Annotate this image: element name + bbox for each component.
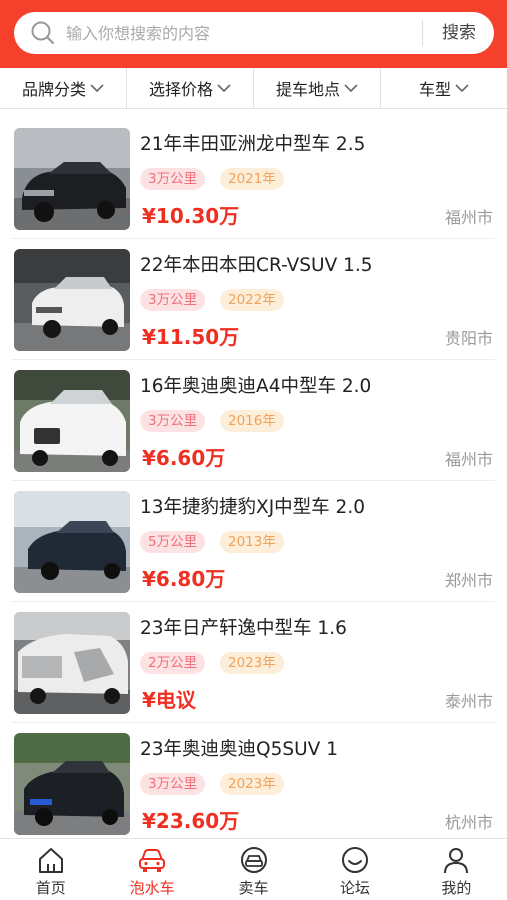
tab-flooded-cars[interactable]: 泡水车 bbox=[101, 839, 202, 900]
car-title: 22年本田本田CR-VSUV 1.5 bbox=[140, 255, 373, 276]
year-badge: 2013年 bbox=[220, 531, 284, 553]
car-city: 泰州市 bbox=[444, 692, 493, 711]
car-list-item[interactable]: 23年奥迪奥迪Q5SUV 1 3万公里 2023年 ¥23.60万 杭州市 bbox=[12, 723, 495, 844]
car-price: ¥6.80万 bbox=[142, 567, 226, 591]
car-list-item[interactable]: 23年日产轩逸中型车 1.6 2万公里 2023年 ¥电议 泰州市 bbox=[12, 602, 495, 723]
tab-home[interactable]: 首页 bbox=[0, 839, 101, 900]
car-photo bbox=[14, 128, 130, 230]
car-list-item[interactable]: 22年本田本田CR-VSUV 1.5 3万公里 2022年 ¥11.50万 贵阳… bbox=[12, 239, 495, 360]
sell-car-icon bbox=[240, 847, 267, 873]
search-input[interactable] bbox=[66, 12, 416, 54]
chevron-down-icon bbox=[90, 84, 104, 93]
car-city: 郑州市 bbox=[444, 571, 493, 590]
filter-price[interactable]: 选择价格 bbox=[127, 68, 254, 108]
tab-forum[interactable]: 论坛 bbox=[304, 839, 405, 900]
mileage-badge: 3万公里 bbox=[140, 410, 206, 432]
mileage-badge: 3万公里 bbox=[140, 168, 206, 190]
car-city: 福州市 bbox=[444, 208, 493, 227]
car-list-item[interactable]: 21年丰田亚洲龙中型车 2.5 3万公里 2021年 ¥10.30万 福州市 bbox=[12, 118, 495, 239]
year-badge: 2021年 bbox=[220, 168, 284, 190]
car-photo bbox=[14, 733, 130, 835]
car-photo bbox=[14, 370, 130, 472]
filter-location[interactable]: 提车地点 bbox=[254, 68, 381, 108]
car-price: ¥电议 bbox=[142, 688, 196, 712]
bottom-tab-bar: 首页 泡水车 卖车 论坛 我的 bbox=[0, 838, 507, 900]
car-photo bbox=[14, 249, 130, 351]
tab-label: 泡水车 bbox=[129, 879, 175, 897]
chevron-down-icon bbox=[455, 84, 469, 93]
car-title: 23年奥迪奥迪Q5SUV 1 bbox=[140, 739, 338, 760]
user-icon bbox=[444, 848, 469, 874]
chevron-down-icon bbox=[344, 84, 358, 93]
filter-bar: 品牌分类 选择价格 提车地点 车型 bbox=[0, 68, 507, 109]
filter-label: 车型 bbox=[418, 80, 451, 99]
search-bar: 搜索 bbox=[14, 12, 494, 54]
car-city: 福州市 bbox=[444, 450, 493, 469]
year-badge: 2023年 bbox=[220, 773, 284, 795]
car-icon bbox=[139, 849, 166, 872]
tab-label: 我的 bbox=[441, 879, 472, 897]
car-price: ¥11.50万 bbox=[142, 325, 240, 349]
car-title: 23年日产轩逸中型车 1.6 bbox=[140, 618, 347, 639]
car-list: 21年丰田亚洲龙中型车 2.5 3万公里 2021年 ¥10.30万 福州市 2… bbox=[0, 118, 507, 844]
tab-label: 论坛 bbox=[339, 879, 370, 897]
car-city: 杭州市 bbox=[444, 813, 493, 832]
car-list-item[interactable]: 16年奥迪奥迪A4中型车 2.0 3万公里 2016年 ¥6.60万 福州市 bbox=[12, 360, 495, 481]
year-badge: 2023年 bbox=[220, 652, 284, 674]
car-title: 13年捷豹捷豹XJ中型车 2.0 bbox=[140, 497, 365, 518]
filter-label: 提车地点 bbox=[275, 80, 340, 99]
chevron-down-icon bbox=[217, 84, 231, 93]
car-price: ¥23.60万 bbox=[142, 809, 240, 833]
filter-label: 品牌分类 bbox=[21, 80, 86, 99]
smile-icon bbox=[341, 847, 368, 873]
year-badge: 2016年 bbox=[220, 410, 284, 432]
search-button[interactable]: 搜索 bbox=[424, 12, 494, 54]
car-title: 21年丰田亚洲龙中型车 2.5 bbox=[140, 134, 366, 155]
car-list-item[interactable]: 13年捷豹捷豹XJ中型车 2.0 5万公里 2013年 ¥6.80万 郑州市 bbox=[12, 481, 495, 602]
top-bar: 搜索 bbox=[0, 0, 507, 68]
search-divider bbox=[422, 20, 423, 46]
car-photo bbox=[14, 491, 130, 593]
filter-model[interactable]: 车型 bbox=[381, 68, 507, 108]
mileage-badge: 3万公里 bbox=[140, 773, 206, 795]
car-city: 贵阳市 bbox=[444, 329, 493, 348]
tab-label: 卖车 bbox=[238, 879, 269, 897]
tab-sell-car[interactable]: 卖车 bbox=[203, 839, 304, 900]
mileage-badge: 2万公里 bbox=[140, 652, 206, 674]
filter-brand[interactable]: 品牌分类 bbox=[0, 68, 127, 108]
year-badge: 2022年 bbox=[220, 289, 284, 311]
car-title: 16年奥迪奥迪A4中型车 2.0 bbox=[140, 376, 372, 397]
mileage-badge: 5万公里 bbox=[140, 531, 206, 553]
home-icon bbox=[38, 848, 63, 873]
mileage-badge: 3万公里 bbox=[140, 289, 206, 311]
filter-label: 选择价格 bbox=[148, 80, 213, 99]
tab-label: 首页 bbox=[35, 879, 66, 897]
car-photo bbox=[14, 612, 130, 714]
car-price: ¥6.60万 bbox=[142, 446, 226, 470]
tab-profile[interactable]: 我的 bbox=[406, 839, 507, 900]
search-icon bbox=[31, 21, 55, 45]
car-price: ¥10.30万 bbox=[142, 204, 240, 228]
